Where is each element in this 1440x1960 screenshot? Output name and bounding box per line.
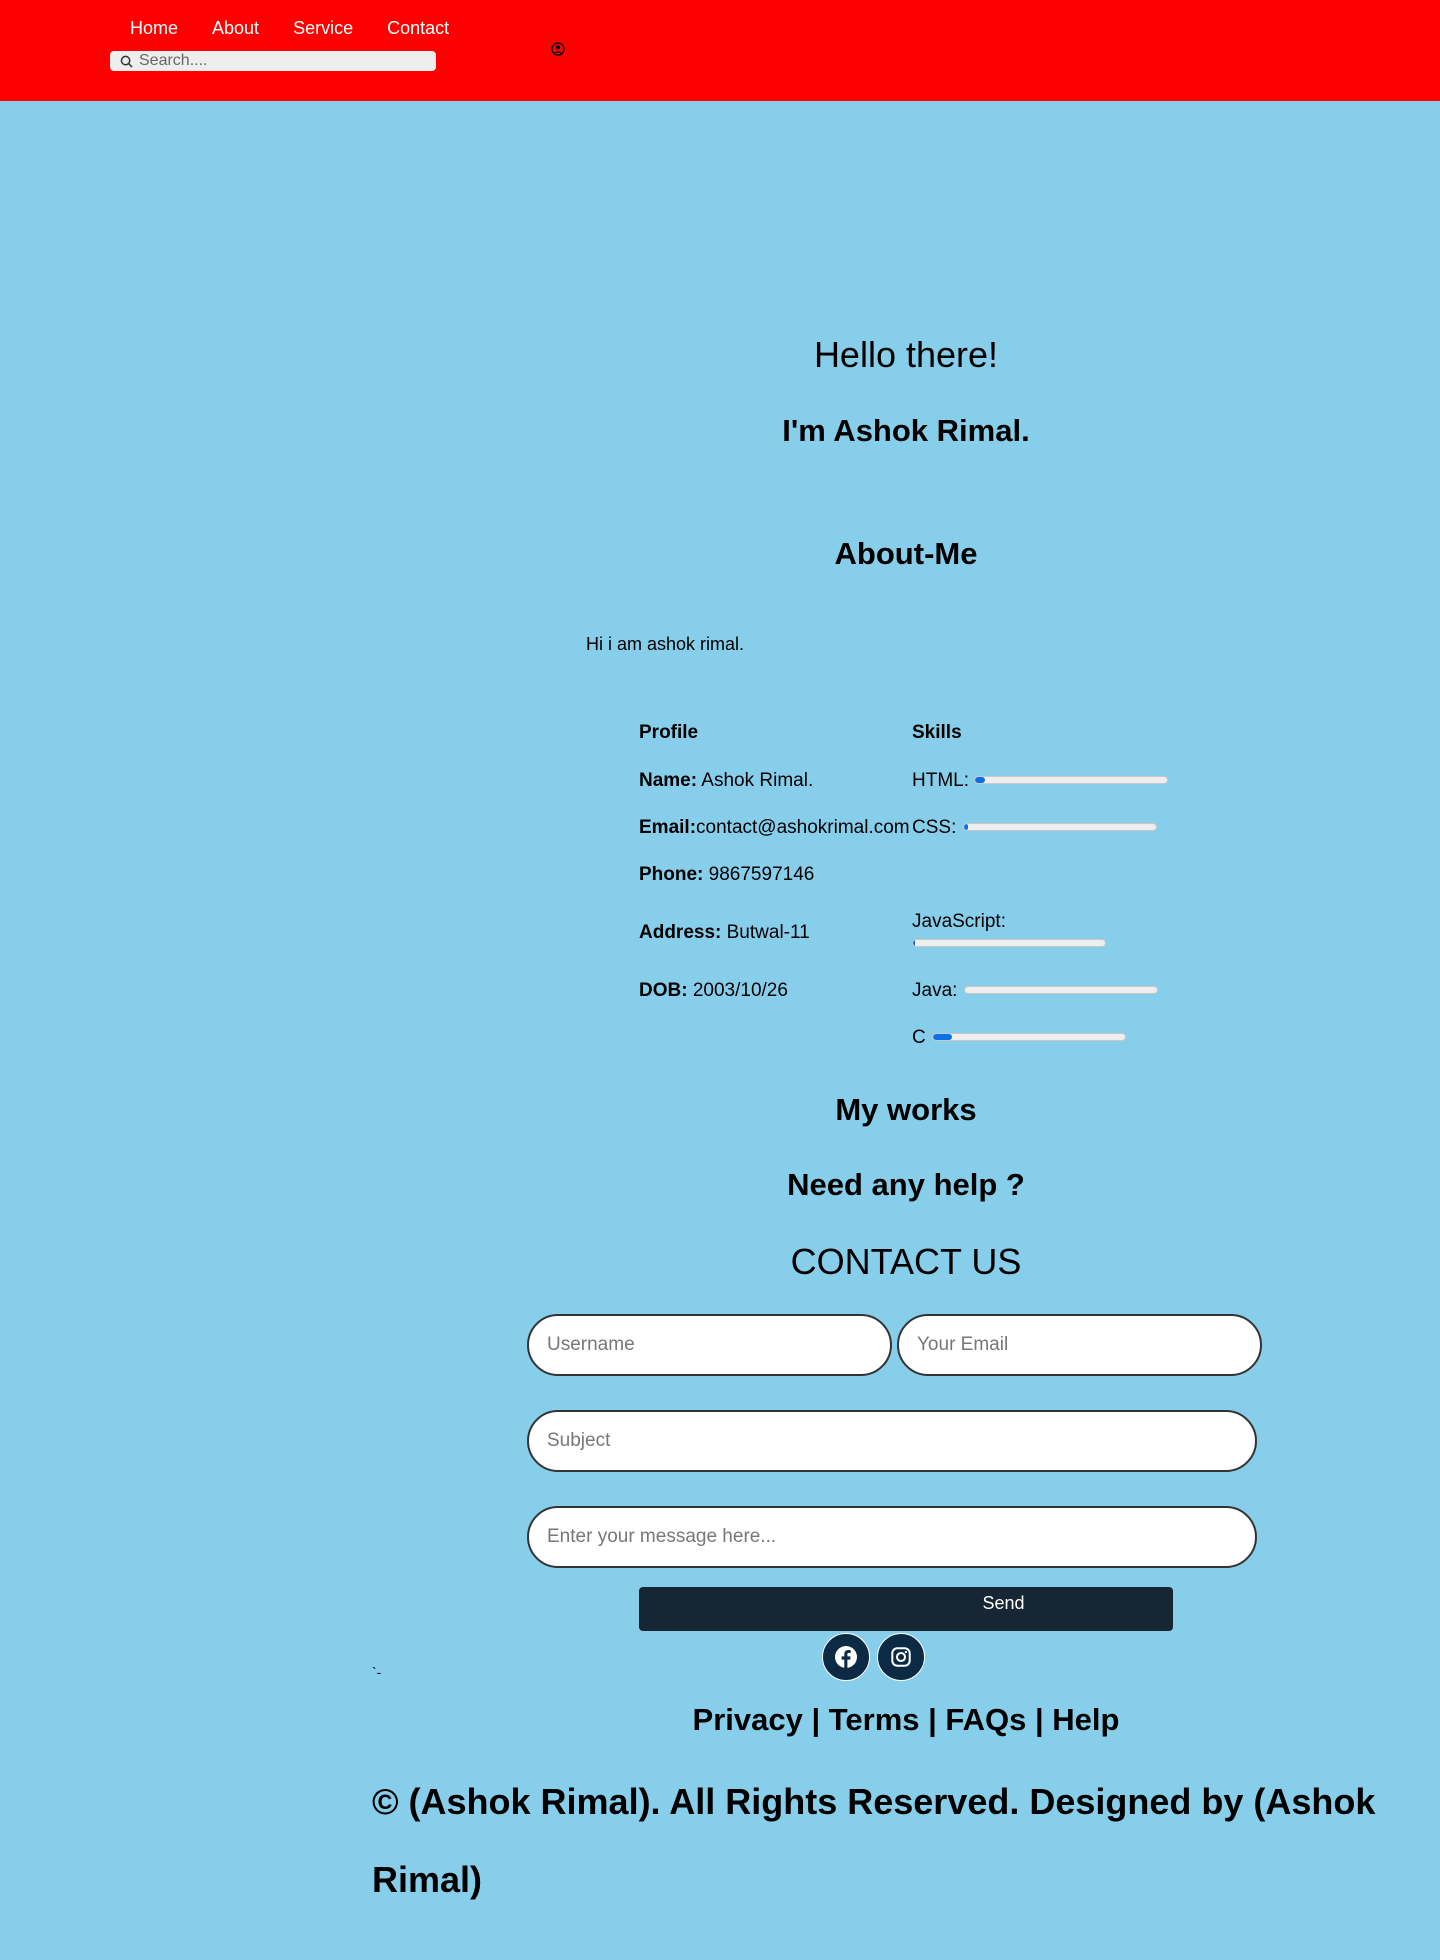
email-field[interactable]	[897, 1314, 1262, 1376]
phone-value: 9867597146	[703, 864, 815, 885]
name-label: Name:	[639, 770, 698, 791]
skill-java-label: Java:	[912, 980, 958, 1001]
user-circle-icon[interactable]	[551, 42, 565, 56]
skill-c-bar	[932, 1033, 1126, 1041]
email-value: contact@ashokrimal.com	[696, 817, 910, 838]
skill-css-label: CSS:	[912, 817, 957, 838]
help-title: Need any help ?	[787, 1167, 1025, 1202]
dob-value: 2003/10/26	[687, 980, 788, 1001]
address-value: Butwal-11	[721, 922, 810, 943]
send-button[interactable]: Send	[639, 1587, 1173, 1631]
works-title: My works	[835, 1092, 977, 1127]
phone-label: Phone:	[639, 864, 704, 885]
profile-address-row: Address: Butwal-11	[639, 922, 810, 944]
profile-title: Profile	[639, 722, 699, 743]
instagram-link[interactable]	[877, 1633, 925, 1681]
nav-contact-link[interactable]: Contact	[387, 18, 449, 39]
instagram-icon	[891, 1647, 911, 1667]
skills-title: Skills	[912, 722, 962, 743]
nav-links: Home About Service Contact	[130, 18, 449, 39]
skill-javascript-label: JavaScript:	[912, 911, 1006, 932]
skill-c-label: C	[912, 1027, 926, 1048]
subject-field[interactable]	[527, 1410, 1257, 1472]
stray-mark: `-	[372, 1664, 382, 1680]
nav-about-link[interactable]: About	[212, 18, 259, 39]
nav-service-link[interactable]: Service	[293, 18, 353, 39]
profile-phone-row: Phone: 9867597146	[639, 864, 814, 886]
skill-css-bar	[963, 823, 1157, 831]
copyright-text: © (Ashok Rimal). All Rights Reserved. De…	[372, 1781, 1376, 1900]
hero-greeting: Hello there!	[813, 334, 999, 375]
facebook-link[interactable]	[822, 1633, 870, 1681]
profile-name-row: Name: Ashok Rimal.	[639, 770, 813, 792]
address-label: Address:	[639, 922, 722, 943]
skill-html-label: HTML:	[912, 770, 969, 791]
about-title: About-Me	[834, 536, 978, 571]
email-label: Email:	[639, 817, 697, 838]
skill-javascript-bar	[912, 939, 1106, 947]
skill-java-bar	[964, 986, 1158, 994]
nav-home-link[interactable]: Home	[130, 18, 178, 39]
profile-dob-row: DOB: 2003/10/26	[639, 980, 788, 1002]
search-icon	[120, 55, 133, 68]
top-navbar: Home About Service Contact	[0, 0, 1440, 101]
send-button-label: Send	[982, 1593, 1025, 1613]
profile-email-row: Email:contact@ashokrimal.com	[639, 817, 910, 839]
dob-label: DOB:	[639, 980, 688, 1001]
about-intro: Hi i am ashok rimal.	[586, 634, 745, 654]
footer-links[interactable]: Privacy | Terms | FAQs | Help	[0, 1702, 1440, 1738]
search-input[interactable]	[139, 52, 419, 70]
contact-title: CONTACT US	[790, 1241, 1022, 1282]
hero-name: I'm Ashok Rimal.	[782, 413, 1030, 448]
skill-html-bar	[974, 776, 1168, 784]
search-bar	[110, 51, 436, 71]
message-field[interactable]	[527, 1506, 1257, 1568]
name-value: Ashok Rimal.	[697, 770, 814, 791]
username-field[interactable]	[527, 1314, 892, 1376]
facebook-icon	[835, 1646, 857, 1668]
